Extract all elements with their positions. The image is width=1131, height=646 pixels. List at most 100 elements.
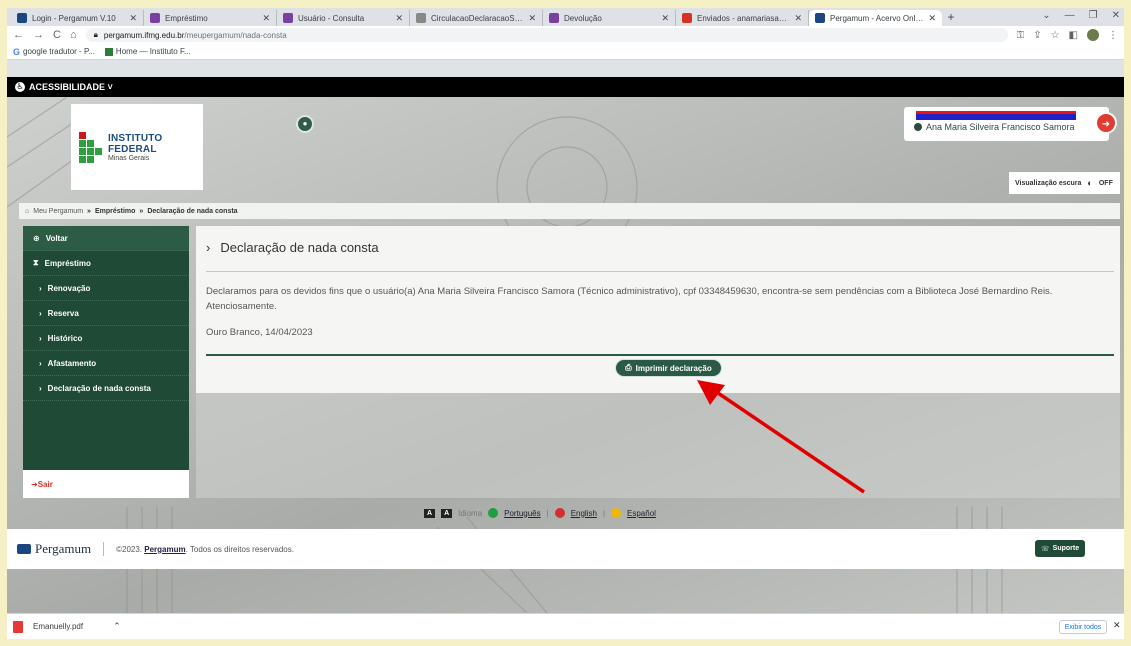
language-english[interactable]: English — [571, 509, 597, 518]
support-label: Suporte — [1052, 545, 1080, 552]
close-tab-icon[interactable]: ✕ — [928, 13, 936, 24]
close-icon[interactable]: ✕ — [1113, 620, 1121, 631]
tab-search-icon[interactable]: ⌄ — [1042, 10, 1050, 21]
tab-favicon — [17, 13, 27, 23]
page-title-text: Declaração de nada consta — [220, 240, 379, 255]
url-field[interactable]: 🔒︎ pergamum.ifmg.edu.br/meupergamum/nada… — [85, 28, 1008, 42]
close-tab-icon[interactable]: ✕ — [395, 13, 403, 24]
sidebar-item-label: Sair — [37, 479, 53, 489]
back-circle-icon: ⊕ — [33, 233, 40, 243]
sidebar-item-renovacao[interactable]: › Renovação — [23, 276, 189, 301]
institution-logo[interactable]: INSTITUTO FEDERAL Minas Gerais — [71, 104, 203, 190]
restore-icon[interactable]: ❐ — [1089, 10, 1098, 21]
sidebar-item-reserva[interactable]: › Reserva — [23, 301, 189, 326]
copyright: ©2023. Pergamum. Todos os direitos reser… — [116, 545, 294, 554]
sidebar-item-nada-consta[interactable]: › Declaração de nada consta — [23, 376, 189, 401]
download-item[interactable]: Emanuelly.pdf — [33, 622, 83, 631]
close-tab-icon[interactable]: ✕ — [262, 13, 270, 24]
sidebar-item-historico[interactable]: › Histórico — [23, 326, 189, 351]
chevron-right-icon: › — [39, 333, 42, 343]
url-host: pergamum.ifmg.edu.br — [103, 30, 185, 40]
accessibility-bar[interactable]: ♿︎ ACESSIBILIDADE ˅ — [7, 77, 1124, 97]
share-icon[interactable]: ⇪ — [1033, 30, 1041, 41]
chevron-right-icon: › — [39, 383, 42, 393]
pergamum-logo[interactable]: Pergamum — [17, 541, 91, 557]
sidebar-item-label: Declaração de nada consta — [47, 383, 151, 393]
chevron-right-icon: › — [39, 308, 42, 318]
tab-circulacao[interactable]: CirculacaoDeclaracaoServlet ✕ — [410, 10, 543, 26]
tab-pergamum-acervo[interactable]: Pergamum - Acervo Online ✕ — [809, 10, 942, 26]
logo-subtitle: Minas Gerais — [108, 154, 150, 162]
window-controls: ⌄ — ❐ ✕ — [1042, 10, 1120, 21]
breadcrumb-home-link[interactable]: Meu Pergamum — [33, 208, 83, 215]
declaration-date: Ouro Branco, 14/04/2023 — [206, 327, 313, 338]
sidebar-back-button[interactable]: ⊕ Voltar — [23, 226, 189, 251]
separator: | — [546, 508, 549, 518]
print-declaration-button[interactable]: ⎙ Imprimir declaração — [615, 359, 722, 377]
sidebar-group-emprestimo[interactable]: ⧗ Empréstimo — [23, 251, 189, 276]
tab-enviados[interactable]: Enviados - anamariasamora@i ✕ — [676, 10, 809, 26]
if-favicon-icon — [104, 47, 113, 56]
back-arrow-icon[interactable]: ← — [13, 29, 24, 41]
address-bar-row: ← → C ⌂ 🔒︎ pergamum.ifmg.edu.br/meuperga… — [7, 26, 1124, 44]
close-tab-icon[interactable]: ✕ — [528, 13, 536, 24]
support-button[interactable]: ☏ Suporte — [1035, 540, 1085, 557]
dark-mode-toggle[interactable]: Visualização escura ◐ OFF — [1009, 172, 1120, 194]
support-icon: ☏ — [1040, 545, 1050, 553]
if-logo-icon — [79, 131, 102, 163]
minimize-icon[interactable]: — — [1065, 10, 1075, 21]
logout-icon[interactable]: ➜ — [1095, 112, 1117, 134]
sidebar-item-label: Afastamento — [47, 358, 97, 368]
close-tab-icon[interactable]: ✕ — [794, 13, 802, 24]
font-size-button[interactable]: A — [441, 508, 453, 518]
kebab-menu-icon[interactable]: ⋮ — [1108, 30, 1118, 41]
new-tab-button[interactable]: + — [942, 10, 960, 24]
declaration-text: Declaramos para os devidos fins que o us… — [206, 286, 1053, 312]
logo-title: INSTITUTO FEDERAL — [108, 132, 163, 155]
breadcrumb: ⌂ Meu Pergamum » Empréstimo » Declaração… — [19, 203, 1120, 219]
breadcrumb-separator: » — [139, 207, 144, 215]
user-name: Ana Maria Silveira Francisco Samora — [926, 122, 1075, 132]
user-icon — [914, 123, 922, 131]
divider — [103, 542, 105, 556]
chevron-right-icon: › — [39, 358, 42, 368]
copyright-suffix: . Todos os direitos reservados. — [185, 544, 294, 554]
tab-emprestimo[interactable]: Empréstimo ✕ — [144, 10, 277, 26]
chevron-up-icon[interactable]: ⌃ — [113, 621, 121, 632]
breadcrumb-section-link[interactable]: Empréstimo — [95, 208, 135, 215]
bookmark-home-instituto[interactable]: Home — Instituto F... — [104, 47, 191, 56]
close-window-icon[interactable]: ✕ — [1112, 10, 1120, 21]
sidepanel-icon[interactable]: ◧ — [1069, 30, 1078, 41]
star-icon[interactable]: ☆ — [1051, 30, 1060, 41]
notification-bell-icon[interactable]: ● — [296, 115, 314, 133]
divider — [206, 271, 1114, 272]
breadcrumb-current: Declaração de nada consta — [147, 207, 238, 215]
bookmark-label: Home — Instituto F... — [115, 47, 191, 56]
bookmark-google-tradutor[interactable]: Ggoogle tradutor - P... — [13, 47, 95, 57]
breadcrumb-separator: » — [87, 207, 91, 215]
pdf-file-icon — [13, 620, 23, 633]
google-icon: G — [13, 46, 21, 57]
language-portugues[interactable]: Português — [504, 509, 540, 518]
close-tab-icon[interactable]: ✕ — [129, 13, 137, 24]
reload-icon[interactable]: C — [53, 29, 61, 41]
home-icon[interactable]: ⌂ — [70, 29, 77, 41]
tab-devolucao[interactable]: Devolução ✕ — [543, 10, 676, 26]
forward-arrow-icon[interactable]: → — [33, 29, 44, 41]
close-tab-icon[interactable]: ✕ — [661, 13, 669, 24]
tab-usuario[interactable]: Usuário - Consulta ✕ — [277, 10, 410, 26]
show-all-downloads-button[interactable]: Exibir todos — [1059, 620, 1107, 634]
font-size-button[interactable]: A — [424, 508, 436, 518]
sidebar-logout-button[interactable]: ➜ Sair — [23, 470, 189, 498]
user-box[interactable]: Ana Maria Silveira Francisco Samora ➜ — [904, 107, 1117, 141]
profile-avatar[interactable] — [1087, 29, 1099, 41]
bookmark-label: google tradutor - P... — [23, 47, 95, 56]
tab-favicon — [815, 13, 825, 23]
key-icon[interactable]: ⚿ — [1017, 30, 1025, 41]
sidebar-item-afastamento[interactable]: › Afastamento — [23, 351, 189, 376]
tab-title: Empréstimo — [165, 13, 208, 23]
tab-login[interactable]: Login - Pergamum V.10 ✕ — [11, 10, 144, 26]
copyright-link[interactable]: Pergamum — [144, 545, 185, 554]
tab-favicon — [549, 13, 559, 23]
language-espanol[interactable]: Español — [627, 509, 656, 518]
